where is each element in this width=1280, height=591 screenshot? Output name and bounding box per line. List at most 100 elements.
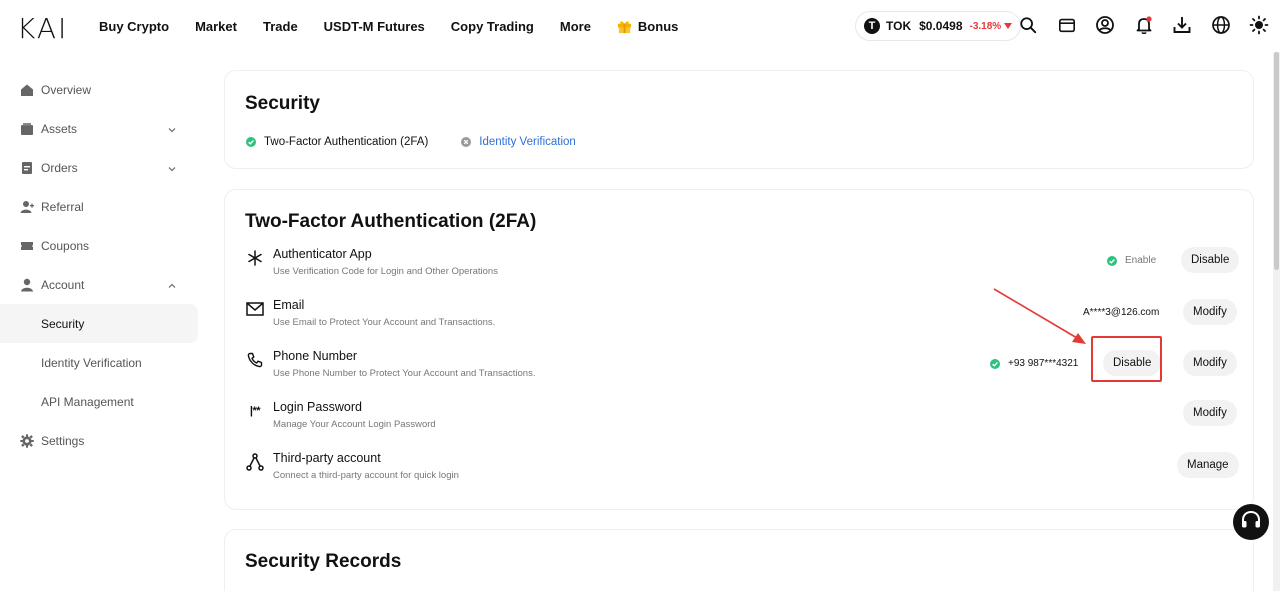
row-description: Use Email to Protect Your Account and Tr… (273, 317, 496, 328)
security-tabs: Two-Factor Authentication (2FA) Identity… (246, 136, 609, 148)
email-modify-button[interactable]: Modify (1183, 299, 1237, 325)
row-title: Phone Number (273, 349, 358, 363)
tok-coin-icon: T (864, 18, 880, 34)
sidebar-item-label: Security (41, 316, 85, 331)
bonus-label: Bonus (637, 18, 679, 34)
headset-icon (1239, 508, 1263, 537)
nav-buy-crypto[interactable]: Buy Crypto (99, 19, 169, 34)
sidebar-item-label: Settings (41, 433, 85, 448)
page-title: Security (245, 93, 320, 114)
chevron-down-icon (168, 123, 176, 133)
ticker-change: -3.18% (969, 20, 1002, 32)
sidebar-item-coupons[interactable]: Coupons (0, 226, 200, 265)
row-title: Third-party account (273, 451, 381, 465)
referral-icon (20, 200, 34, 214)
sidebar-item-overview[interactable]: Overview (0, 70, 200, 109)
gear-icon (20, 433, 34, 448)
ticker-symbol: TOK (886, 19, 912, 33)
home-icon (20, 83, 34, 97)
phone-value: +93 987***4321 (1008, 358, 1079, 369)
gift-icon (617, 19, 632, 34)
authenticator-app-row: Authenticator App Use Verification Code … (245, 247, 1240, 287)
nav-usdt-futures[interactable]: USDT-M Futures (324, 19, 425, 34)
status-label: Enable (1125, 255, 1157, 266)
sidebar-item-label: Orders (41, 160, 78, 175)
tab-identity-verification[interactable]: Identity Verification (461, 136, 576, 148)
records-title: Security Records (245, 551, 402, 572)
sidebar-item-label: Overview (41, 82, 92, 97)
kai-logo[interactable]: KAI (17, 12, 68, 45)
check-circle-icon (990, 358, 1000, 369)
row-description: Manage Your Account Login Password (273, 419, 436, 430)
sidebar-item-assets[interactable]: Assets (0, 109, 200, 148)
page-scrollbar[interactable] (1273, 52, 1280, 591)
sidebar-item-security[interactable]: Security (0, 304, 198, 343)
tab-label: Identity Verification (479, 136, 576, 148)
row-title: Authenticator App (273, 247, 372, 261)
customer-support-button[interactable] (1233, 504, 1269, 540)
sidebar-item-label: Coupons (41, 238, 90, 253)
row-title: Login Password (273, 400, 362, 414)
phone-row: Phone Number Use Phone Number to Protect… (245, 349, 1237, 389)
header-icons (1017, 14, 1280, 36)
sidebar-item-orders[interactable]: Orders (0, 148, 200, 187)
search-icon[interactable] (1017, 14, 1039, 36)
row-description: Use Verification Code for Login and Othe… (273, 266, 498, 277)
authenticator-disable-button[interactable]: Disable (1181, 247, 1240, 273)
down-arrow-icon (1004, 23, 1013, 29)
phone-status: +93 987***4321 (990, 358, 1078, 369)
check-circle-icon (1107, 255, 1117, 266)
sidebar-item-label: Referral (41, 199, 84, 214)
phone-modify-button[interactable]: Modify (1183, 350, 1237, 376)
bell-icon[interactable] (1133, 14, 1155, 36)
coupon-icon (20, 239, 34, 253)
nav-more[interactable]: More (560, 19, 591, 34)
orders-icon (20, 161, 34, 175)
sidebar-item-label: API Management (41, 394, 134, 409)
security-summary-card: Security Two-Factor Authentication (2FA)… (224, 70, 1254, 169)
sidebar-item-referral[interactable]: Referral (0, 187, 200, 226)
price-ticker[interactable]: T TOK $0.0498 -3.18% (855, 11, 1022, 41)
third-party-row: Third-party account Connect a third-part… (245, 451, 1239, 491)
third-party-manage-button[interactable]: Manage (1177, 452, 1239, 478)
nav-copy-trading[interactable]: Copy Trading (451, 19, 534, 34)
connection-icon (245, 453, 265, 471)
nav-trade[interactable]: Trade (263, 19, 298, 34)
account-icon (20, 278, 34, 292)
sidebar-item-label: Identity Verification (41, 355, 142, 370)
email-value: A****3@126.com (1083, 307, 1160, 318)
globe-icon[interactable] (1210, 14, 1232, 36)
sidebar-item-label: Assets (41, 121, 78, 136)
main-nav: Buy Crypto Market Trade USDT-M Futures C… (99, 0, 704, 52)
wallet-icon (20, 122, 34, 136)
ticker-price: $0.0498 (919, 19, 963, 33)
theme-icon[interactable] (1248, 14, 1270, 36)
sidebar-item-label: Account (41, 277, 85, 292)
user-icon[interactable] (1094, 14, 1116, 36)
phone-icon (245, 351, 265, 369)
mail-icon (245, 300, 265, 318)
nav-market[interactable]: Market (195, 19, 237, 34)
x-circle-icon (461, 137, 472, 147)
download-icon[interactable] (1171, 14, 1193, 36)
sidebar-item-account[interactable]: Account (0, 265, 200, 304)
nav-bonus[interactable]: Bonus (617, 19, 678, 34)
scrollbar-thumb[interactable] (1274, 52, 1279, 270)
tab-label: Two-Factor Authentication (2FA) (264, 136, 429, 148)
twofa-title: Two-Factor Authentication (2FA) (245, 211, 537, 232)
chevron-down-icon (168, 162, 176, 172)
sidebar: Overview Assets Orders Referral Coupons … (0, 70, 200, 460)
tab-2fa[interactable]: Two-Factor Authentication (2FA) (246, 136, 428, 148)
top-navigation: KAI Buy Crypto Market Trade USDT-M Futur… (0, 0, 1280, 52)
sidebar-item-identity-verification[interactable]: Identity Verification (0, 343, 200, 382)
sidebar-item-api-management[interactable]: API Management (0, 382, 200, 421)
chevron-up-icon (168, 279, 176, 288)
highlight-box (1091, 336, 1162, 382)
row-description: Use Phone Number to Protect Your Account… (273, 368, 536, 379)
authenticator-icon (245, 249, 265, 267)
password-modify-button[interactable]: Modify (1183, 400, 1237, 426)
sidebar-item-settings[interactable]: Settings (0, 421, 200, 460)
login-password-row: |** Login Password Manage Your Account L… (245, 400, 1237, 440)
email-row: Email Use Email to Protect Your Account … (245, 298, 1237, 338)
wallet-icon[interactable] (1056, 14, 1078, 36)
